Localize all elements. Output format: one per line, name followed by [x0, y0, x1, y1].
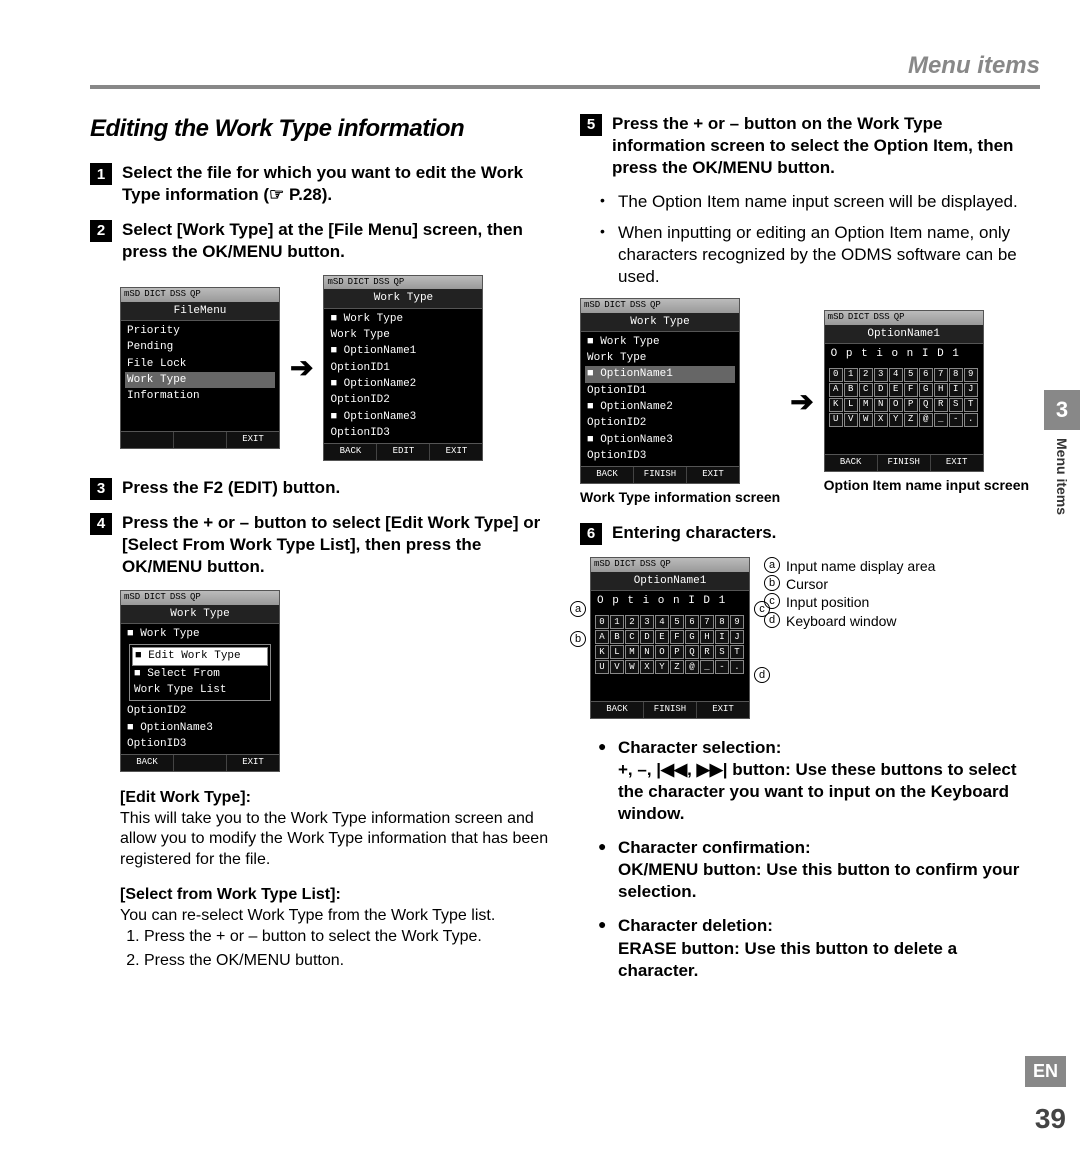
edit-work-type-screen: mSDDICTDSSQP Work Type ■ Work Type ■ Edi…	[120, 590, 280, 772]
step-text: Press the + or – button to select [Edit …	[122, 513, 540, 576]
step-2: 2 Select [Work Type] at the [File Menu] …	[90, 219, 550, 263]
select-list-text: You can re-select Work Type from the Wor…	[120, 906, 550, 927]
char-entry-screen: mSDDICTDSSQP OptionName1 O p t i o n I D…	[590, 557, 750, 719]
char-confirmation: Character confirmation: OK/MENU button: …	[598, 837, 1040, 903]
step-6: 6 Entering characters.	[580, 522, 1040, 545]
char-legend: aInput name display area bCursor cInput …	[764, 557, 935, 630]
page-number: 39	[1035, 1101, 1066, 1137]
select-list-label: [Select from Work Type List]:	[120, 886, 341, 903]
step-1: 1 Select the file for which you want to …	[90, 162, 550, 206]
select-sub-1: Press the + or – button to select the Wo…	[144, 927, 550, 948]
step-text: Press the + or – button on the Work Type…	[612, 114, 1013, 177]
step-5-notes: The Option Item name input screen will b…	[580, 191, 1040, 287]
work-type-info-screen: mSDDICTDSSQP Work Type ■ Work Type Work …	[580, 298, 740, 484]
step-text: Entering characters.	[612, 523, 776, 542]
edit-work-type-text: This will take you to the Work Type info…	[120, 809, 550, 871]
step-number: 5	[580, 114, 602, 136]
char-deletion: Character deletion: ERASE button: Use th…	[598, 915, 1040, 981]
step-number: 4	[90, 513, 112, 535]
arrow-icon: ➔	[790, 384, 813, 420]
option-input-screen: mSDDICTDSSQP OptionName1 O p t i o n I D…	[824, 310, 984, 472]
step-4: 4 Press the + or – button to select [Edi…	[90, 512, 550, 578]
step-number: 2	[90, 220, 112, 242]
work-type-screen: mSDDICTDSSQP Work Type ■ Work Type Work …	[323, 275, 483, 461]
step-number: 6	[580, 523, 602, 545]
edit-work-type-label: [Edit Work Type]:	[120, 789, 251, 806]
chapter-tab: 3 Menu items	[1044, 390, 1080, 515]
step-number: 3	[90, 478, 112, 500]
caption-work-type: Work Type information screen	[580, 488, 780, 506]
step-text: Select [Work Type] at the [File Menu] sc…	[122, 220, 523, 261]
section-heading: Editing the Work Type information	[90, 113, 550, 144]
select-sub-2: Press the OK/MENU button.	[144, 951, 550, 972]
header-rule	[90, 85, 1040, 89]
char-selection: Character selection: +, –, |◀◀, ▶▶| butt…	[598, 737, 1040, 825]
language-tag: EN	[1025, 1056, 1066, 1087]
step-3: 3 Press the F2 (EDIT) button.	[90, 477, 550, 500]
page-header: Menu items	[90, 50, 1040, 81]
caption-option-input: Option Item name input screen	[824, 476, 1029, 494]
file-menu-screen: mSDDICTDSSQP FileMenu PriorityPendingFil…	[120, 287, 280, 449]
step-number: 1	[90, 163, 112, 185]
step-5: 5 Press the + or – button on the Work Ty…	[580, 113, 1040, 179]
step-text: Select the file for which you want to ed…	[122, 163, 523, 204]
arrow-icon: ➔	[290, 350, 313, 386]
step-text: Press the F2 (EDIT) button.	[122, 478, 340, 497]
